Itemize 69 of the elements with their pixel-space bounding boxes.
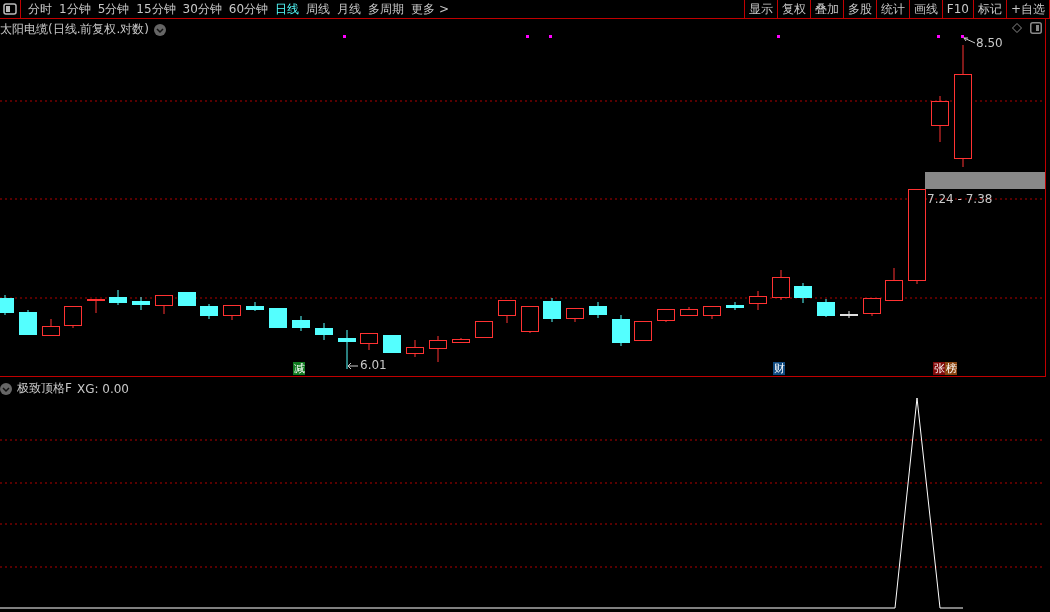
candlestick	[863, 297, 881, 317]
price-label: 8.50	[976, 36, 1003, 50]
period-tab[interactable]: 分时	[28, 0, 52, 18]
period-tab[interactable]: 月线	[337, 0, 362, 18]
event-marker[interactable]: 财	[773, 362, 785, 375]
indicator-value: XG: 0.00	[76, 381, 129, 396]
candlestick	[383, 334, 401, 353]
candlestick	[246, 301, 264, 312]
event-marker[interactable]: 张	[933, 362, 945, 375]
candlestick	[223, 304, 241, 321]
price-range-label: 7.24 - 7.38	[927, 192, 993, 206]
period-tab[interactable]: 60分钟	[228, 0, 269, 18]
event-marker[interactable]: 榜	[945, 362, 957, 375]
period-tab[interactable]: 15分钟	[136, 0, 176, 18]
dropdown-icon[interactable]	[0, 382, 12, 395]
candlestick	[178, 291, 196, 306]
candlestick	[338, 329, 356, 370]
candlestick	[703, 305, 721, 320]
candlestick	[589, 301, 607, 319]
period-tab[interactable]: 更多 >	[411, 0, 449, 18]
candlestick	[292, 315, 310, 332]
candlestick	[612, 314, 630, 347]
period-tab[interactable]: 周线	[306, 0, 331, 18]
arrow-icon	[963, 37, 976, 44]
candlestick	[452, 337, 470, 343]
candlestick	[885, 267, 903, 301]
candlestick	[498, 299, 516, 324]
candlestick	[360, 332, 378, 351]
period-tab[interactable]: 多周期	[368, 0, 405, 18]
candlestick	[794, 282, 812, 304]
candlestick	[269, 307, 287, 328]
candlestick	[42, 318, 60, 336]
indicator-title: 极致顶格F	[17, 380, 72, 397]
candlestick	[931, 95, 949, 143]
period-tab[interactable]: 1分钟	[59, 0, 91, 18]
period-tab[interactable]: 5分钟	[97, 0, 130, 18]
candlestick	[429, 335, 447, 363]
candlestick	[87, 298, 105, 314]
panel-toggle-icon[interactable]	[0, 0, 21, 18]
period-tab[interactable]: 日线	[275, 0, 300, 18]
chart-title: 太阳电缆(日线.前复权.对数)	[0, 21, 149, 38]
candlestick	[657, 308, 675, 323]
candlestick	[406, 339, 424, 358]
candlestick	[475, 320, 493, 338]
dropdown-icon[interactable]	[154, 23, 166, 36]
candlestick	[155, 294, 173, 315]
candlestick	[109, 289, 127, 306]
candlestick	[19, 309, 37, 335]
candlestick	[64, 305, 82, 329]
event-marker[interactable]: 减	[293, 362, 305, 375]
candlestick	[521, 305, 539, 334]
candlestick	[543, 297, 561, 323]
candlestick	[566, 307, 584, 323]
candlestick	[772, 269, 790, 301]
candlestick	[200, 303, 218, 320]
candlestick	[726, 301, 744, 311]
candlestick	[315, 322, 333, 341]
period-tab[interactable]: 30分钟	[182, 0, 222, 18]
arrow-icon	[347, 362, 359, 370]
candlestick	[817, 298, 835, 318]
panel-toggle-icon[interactable]	[1030, 22, 1042, 34]
diamond-icon[interactable]	[1012, 23, 1022, 33]
candlestick	[132, 296, 150, 311]
candlestick	[840, 310, 858, 319]
candlestick	[0, 294, 14, 316]
candlestick	[749, 290, 767, 311]
candlestick	[680, 306, 698, 316]
price-label: 6.01	[360, 358, 387, 372]
candlestick	[634, 320, 652, 341]
